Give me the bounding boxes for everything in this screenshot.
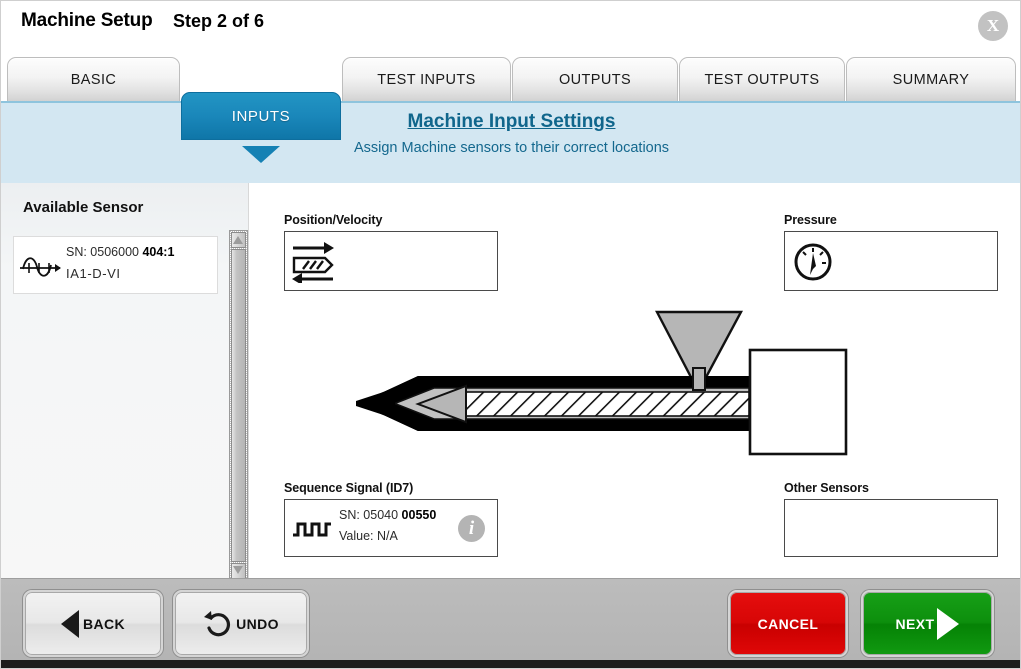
undo-button[interactable]: UNDO	[173, 590, 309, 657]
step-indicator: Step 2 of 6	[173, 11, 265, 31]
close-icon[interactable]: X	[978, 11, 1008, 41]
tab-inputs[interactable]: INPUTS	[181, 92, 341, 140]
other-sensors-label: Other Sensors	[784, 481, 869, 495]
sequence-signal-label: Sequence Signal (ID7)	[284, 481, 414, 495]
left-triangle-icon	[60, 609, 79, 638]
position-velocity-dropzone[interactable]	[284, 231, 498, 291]
sequence-value: Value: N/A	[339, 529, 398, 543]
injection-molding-machine-diagram	[356, 310, 848, 456]
next-button[interactable]: NEXT	[861, 590, 994, 657]
tab-bar: BASIC TEST INPUTS OUTPUTS TEST OUTPUTS S…	[1, 46, 1020, 163]
sensor-serial-suffix: 404:1	[142, 245, 175, 259]
pressure-gauge-icon	[794, 243, 832, 281]
tab-test-outputs[interactable]: TEST OUTPUTS	[679, 57, 845, 101]
sequence-serial-number: SN: 05040 00550	[339, 508, 436, 522]
sequence-serial-prefix: SN: 05040	[339, 508, 402, 522]
sequence-serial-suffix: 00550	[401, 508, 437, 522]
sidebar-scrollbar-thumb[interactable]	[231, 249, 246, 562]
undo-arrow-icon	[204, 610, 231, 636]
position-velocity-arrows-icon	[292, 242, 334, 283]
back-button[interactable]: BACK	[23, 590, 163, 657]
sensor-id-code: IA1-D-VI	[66, 266, 121, 281]
tab-basic[interactable]: BASIC	[7, 57, 180, 101]
scroll-down-arrow-icon[interactable]	[231, 563, 246, 579]
tab-outputs[interactable]: OUTPUTS	[512, 57, 678, 101]
tab-summary[interactable]: SUMMARY	[846, 57, 1016, 101]
sequence-signal-dropzone[interactable]: SN: 05040 00550 Value: N/A i	[284, 499, 498, 557]
right-triangle-icon	[937, 607, 960, 640]
machine-setup-window: Machine Setup Step 2 of 6 X BASIC TEST I…	[0, 0, 1021, 669]
page-title: Machine Setup	[21, 10, 153, 31]
available-sensor-panel: Available Sensor SN: 0506000 404:1 IA1-D…	[1, 183, 249, 578]
back-button-label: BACK	[82, 615, 126, 632]
cancel-button-label: CANCEL	[757, 615, 819, 632]
sine-wave-sensor-icon	[20, 257, 61, 277]
info-icon[interactable]: i	[458, 515, 485, 542]
banner-title: Machine Input Settings	[407, 111, 616, 132]
banner-subtitle: Assign Machine sensors to their correct …	[353, 140, 670, 156]
other-sensors-dropzone[interactable]	[784, 499, 998, 557]
square-wave-pulse-icon	[293, 522, 331, 537]
pressure-dropzone[interactable]	[784, 231, 998, 291]
next-button-label: NEXT	[895, 615, 935, 632]
position-velocity-label: Position/Velocity	[284, 213, 383, 227]
active-tab-pointer	[242, 146, 280, 163]
scroll-up-arrow-icon[interactable]	[231, 232, 246, 248]
section-banner: Machine Input Settings Assign Machine se…	[1, 101, 1020, 185]
tab-test-inputs[interactable]: TEST INPUTS	[342, 57, 511, 101]
available-sensor-title: Available Sensor	[23, 199, 144, 216]
cancel-button[interactable]: CANCEL	[728, 590, 848, 657]
title-bar: Machine Setup Step 2 of 6 X	[1, 1, 1020, 46]
sensor-serial-number: SN: 0506000 404:1	[66, 245, 174, 259]
undo-button-label: UNDO	[236, 615, 279, 632]
list-item[interactable]: SN: 0506000 404:1 IA1-D-VI	[13, 236, 218, 294]
sensor-serial-prefix: SN: 0506000	[66, 245, 143, 259]
pressure-label: Pressure	[784, 213, 837, 227]
